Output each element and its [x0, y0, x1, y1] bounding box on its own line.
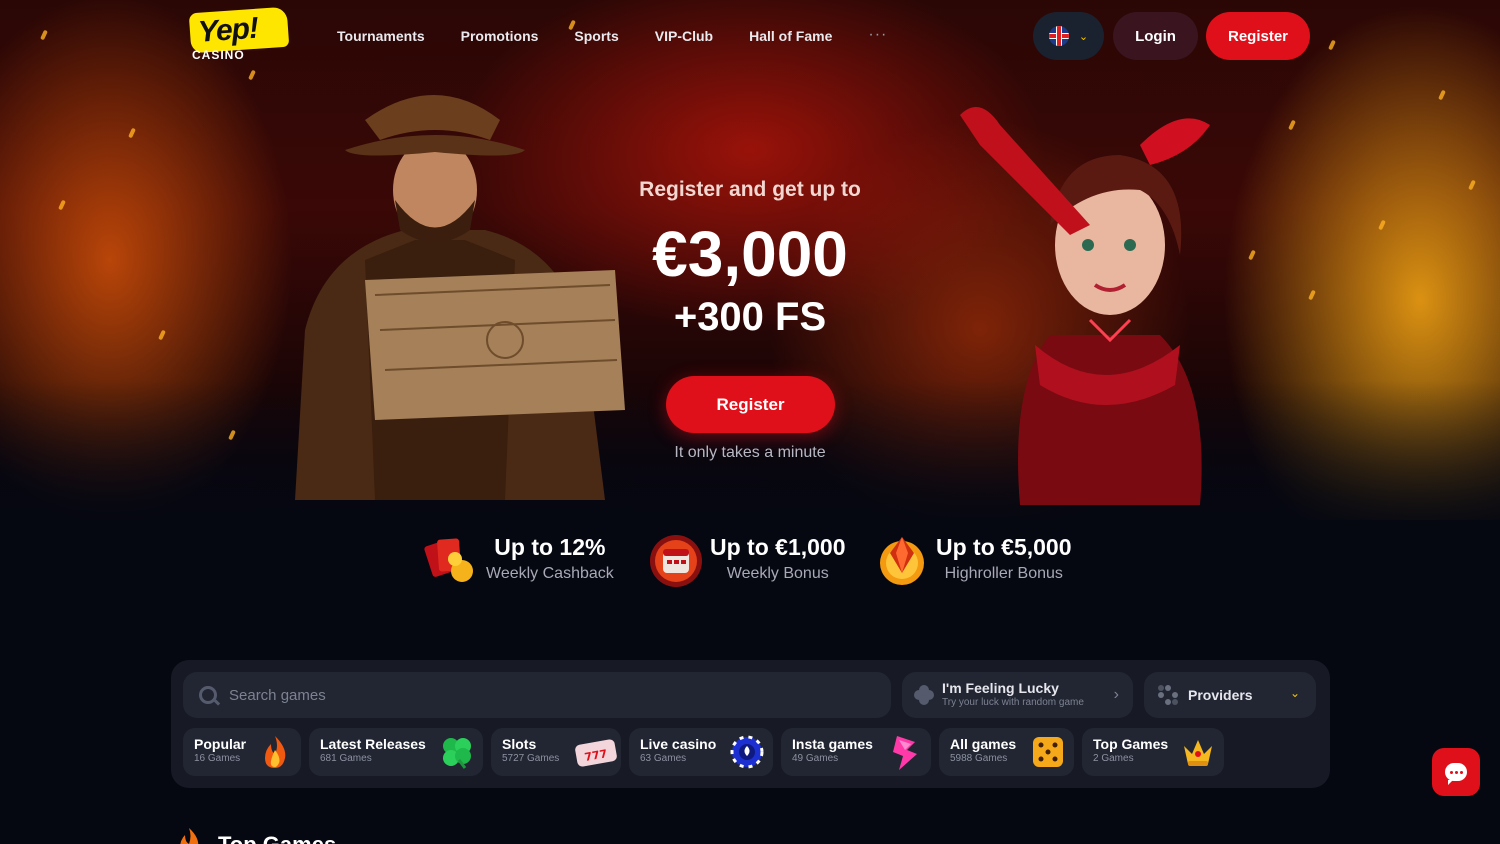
hero-subtitle: Register and get up to: [639, 178, 861, 201]
dice-icon: [1033, 737, 1063, 767]
search-placeholder: Search games: [229, 686, 326, 704]
search-icon: [199, 686, 217, 704]
providers-dropdown[interactable]: Providers ⌄: [1144, 672, 1316, 718]
nav-promotions[interactable]: Promotions: [461, 26, 539, 46]
calendar-icon: [650, 535, 702, 587]
search-input[interactable]: Search games: [183, 672, 891, 718]
category-live-casino[interactable]: Live casino 63 Games: [629, 728, 773, 776]
hero-free-spins: +300 FS: [673, 295, 827, 339]
category-slots[interactable]: Slots 5727 Games 777: [491, 728, 621, 776]
bonus-subtitle: Highroller Bonus: [944, 565, 1063, 582]
register-button[interactable]: Register: [1206, 12, 1310, 60]
chevron-down-icon: ⌄: [1078, 30, 1089, 43]
lucky-subtitle: Try your luck with random game: [942, 697, 1084, 708]
providers-label: Providers: [1188, 687, 1253, 703]
nav-hall-of-fame[interactable]: Hall of Fame: [749, 26, 832, 46]
category-top-games[interactable]: Top Games 2 Games: [1082, 728, 1224, 776]
crown-icon: [1184, 740, 1212, 766]
bonus-subtitle: Weekly Cashback: [486, 565, 614, 582]
slot-machine-icon: 777: [575, 739, 617, 767]
chevron-down-icon: ⌄: [1289, 686, 1300, 700]
feeling-lucky-button[interactable]: I'm Feeling Lucky Try your luck with ran…: [902, 672, 1133, 718]
flame-icon: [180, 828, 199, 844]
hero-amount: €3,000: [652, 218, 848, 290]
lightning-icon: [893, 736, 917, 770]
cards-icon: [424, 538, 473, 582]
category-popular[interactable]: Popular 16 Games: [183, 728, 301, 776]
uk-flag-icon: [1048, 26, 1069, 46]
bonus-weekly-bonus[interactable]: Up to €1,000 Weekly Bonus: [646, 526, 846, 592]
chevron-right-icon: ›: [1113, 686, 1119, 703]
chat-icon: [1445, 763, 1467, 785]
bonus-title: Up to €5,000: [936, 534, 1072, 560]
category-all-games[interactable]: All games 5988 Games: [939, 728, 1074, 776]
flame-icon: [265, 736, 286, 768]
bonus-title: Up to 12%: [494, 534, 606, 560]
chat-button[interactable]: [1432, 748, 1480, 796]
language-selector[interactable]: ⌄: [1033, 12, 1104, 60]
diamond-icon: [880, 537, 924, 585]
bonus-title: Up to €1,000: [710, 534, 846, 560]
clover-icon: [914, 685, 934, 705]
nav-tournaments[interactable]: Tournaments: [337, 26, 425, 46]
bonus-highroller[interactable]: Up to €5,000 Highroller Bonus: [872, 526, 1072, 592]
logo[interactable]: Yep! CASINO: [188, 6, 290, 62]
lucky-title: I'm Feeling Lucky: [942, 680, 1059, 696]
poker-chip-icon: [730, 735, 764, 769]
logo-sub: CASINO: [192, 48, 245, 62]
category-latest-releases[interactable]: Latest Releases 681 Games: [309, 728, 483, 776]
hero-register-button[interactable]: Register: [666, 376, 835, 433]
hero-note: It only takes a minute: [674, 444, 826, 461]
login-button[interactable]: Login: [1113, 12, 1198, 60]
category-insta-games[interactable]: Insta games 49 Games: [781, 728, 931, 776]
logo-text: Yep!: [188, 6, 290, 54]
providers-icon: [1158, 685, 1178, 705]
bonus-weekly-cashback[interactable]: Up to 12% Weekly Cashback: [422, 526, 614, 592]
games-panel: Search games I'm Feeling Lucky Try your …: [171, 660, 1330, 788]
section-title: Top Games: [218, 832, 336, 844]
nav-more-icon[interactable]: ···: [868, 26, 887, 46]
main-nav: Tournaments Promotions Sports VIP-Club H…: [337, 26, 887, 46]
clover-icon: [443, 738, 471, 769]
nav-sports[interactable]: Sports: [574, 26, 618, 46]
category-list: Popular 16 Games Latest Releases 681 Gam…: [183, 728, 1224, 776]
nav-vip-club[interactable]: VIP-Club: [655, 26, 713, 46]
bonus-subtitle: Weekly Bonus: [726, 565, 829, 582]
